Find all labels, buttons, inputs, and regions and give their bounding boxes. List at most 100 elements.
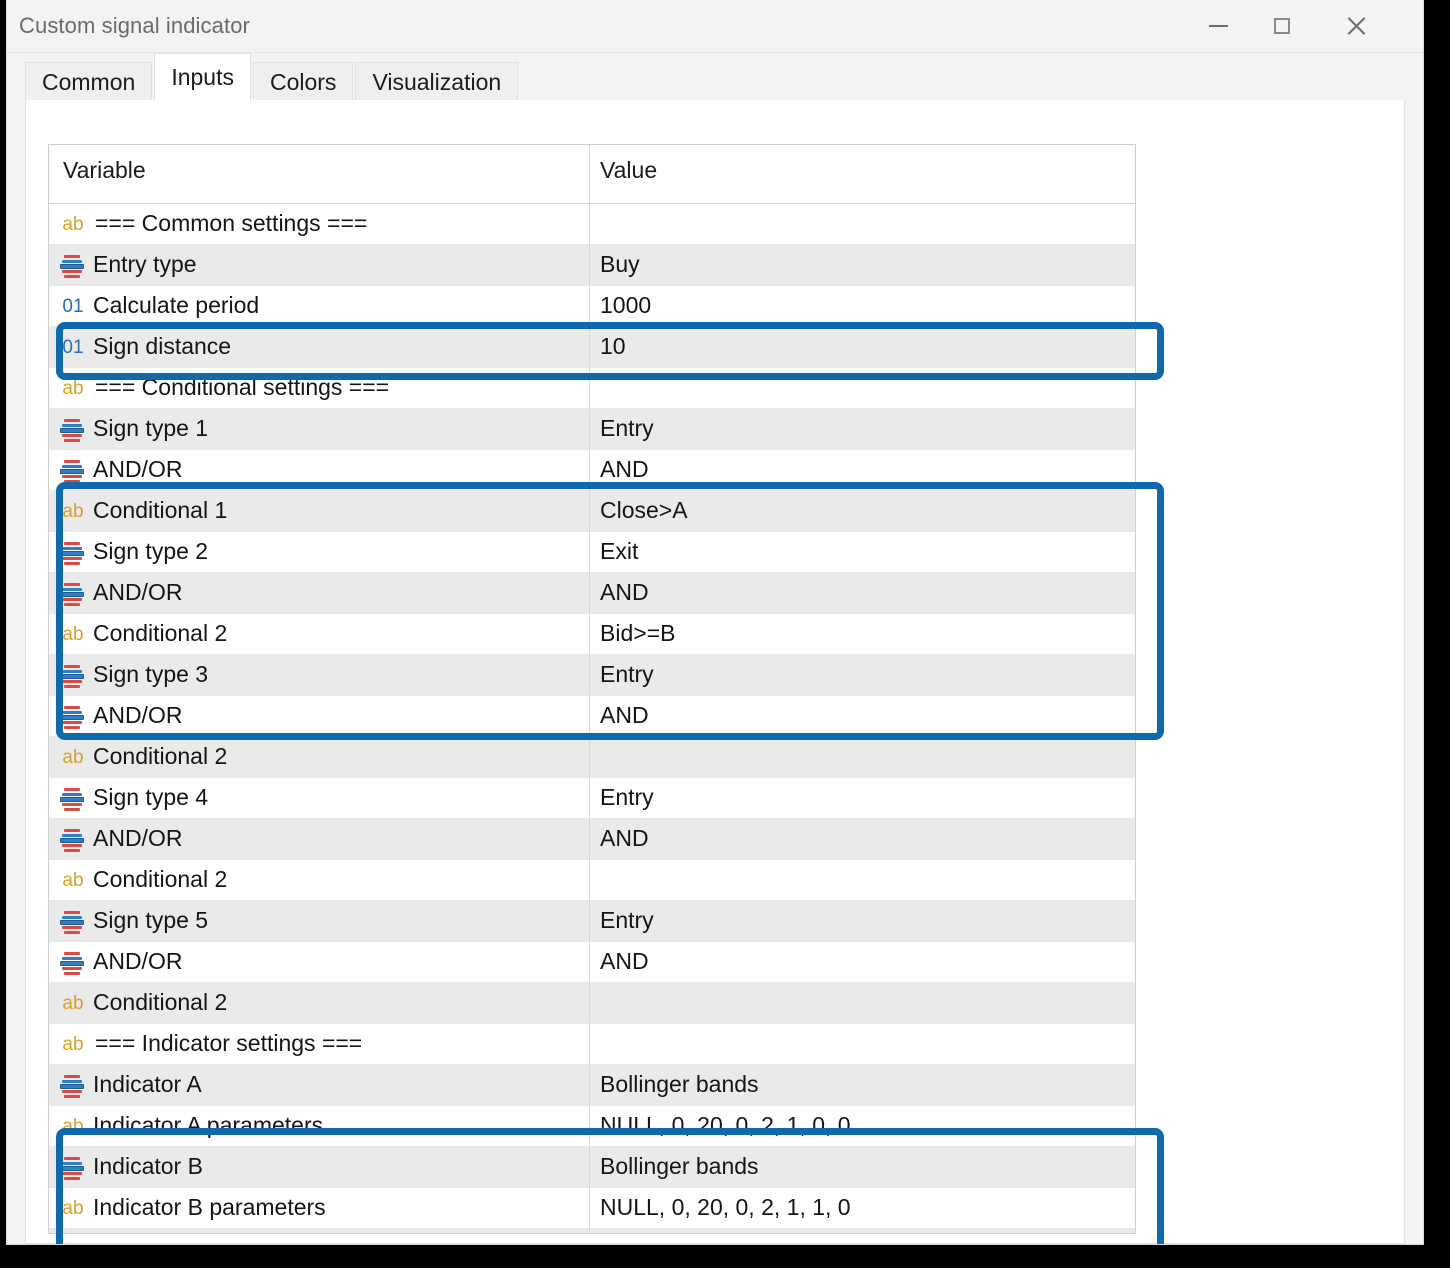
enum-list-type-icon (60, 459, 86, 483)
enum-list-type-icon (60, 418, 86, 442)
row-value-cell[interactable]: Entry (600, 661, 654, 688)
string-type-icon: ab (60, 500, 86, 524)
row-value-cell[interactable]: NULL, 0, 20, 0, 2, 1, 1, 0 (600, 1194, 851, 1221)
column-divider (589, 983, 590, 1023)
column-divider (589, 532, 590, 572)
table-row[interactable]: Indicator ABollinger bands (49, 1065, 1135, 1106)
tab-visualization[interactable]: Visualization (355, 62, 518, 101)
row-value-cell[interactable]: Bollinger bands (600, 1153, 759, 1180)
string-type-icon: ab (60, 377, 86, 401)
column-divider (589, 901, 590, 941)
column-divider (589, 1147, 590, 1187)
row-value-cell[interactable]: Entry (600, 907, 654, 934)
table-row[interactable]: AND/ORAND (49, 942, 1135, 983)
table-row[interactable]: abConditional 2Bid>=B (49, 614, 1135, 655)
row-value-cell[interactable]: Close>A (600, 497, 688, 524)
table-row[interactable]: ab=== Indicator settings === (49, 1024, 1135, 1065)
table-row[interactable]: Sign type 2 Exit (49, 532, 1135, 573)
column-divider (589, 860, 590, 900)
tab-label: Colors (270, 69, 336, 95)
table-row[interactable]: abIndicator A parametersNULL, 0, 20, 0, … (49, 1106, 1135, 1147)
table-row[interactable]: abConditional 2 (49, 860, 1135, 901)
row-variable-label: Sign type 3 (93, 661, 208, 688)
tab-common[interactable]: Common (25, 62, 152, 101)
table-row[interactable]: Indicator CNone (49, 1229, 1135, 1234)
row-variable-label: Conditional 2 (93, 989, 227, 1016)
minimize-icon (1209, 25, 1228, 27)
enum-list-type-icon (60, 1156, 86, 1180)
column-divider (589, 737, 590, 777)
row-value-cell[interactable]: Buy (600, 251, 640, 278)
table-row[interactable]: ab=== Common settings === (49, 204, 1135, 245)
enum-list-type-icon (60, 787, 86, 811)
row-variable-label: Sign type 1 (93, 415, 208, 442)
table-row[interactable]: 01Sign distance10 (49, 327, 1135, 368)
tab-list: CommonInputs Colors Visualization (25, 53, 520, 101)
column-divider (589, 1106, 590, 1146)
row-variable-label: Sign distance (93, 333, 231, 360)
row-value-cell[interactable]: AND (600, 825, 649, 852)
tab-colors[interactable]: Colors (253, 62, 353, 101)
enum-list-type-icon (60, 910, 86, 934)
enum-list-type-icon (60, 664, 86, 688)
inputs-table: Variable Value ab=== Common settings ===… (48, 144, 1136, 1234)
row-value-cell[interactable]: AND (600, 456, 649, 483)
table-row[interactable]: AND/ORAND (49, 819, 1135, 860)
column-divider (589, 1065, 590, 1105)
enum-list-type-icon (60, 541, 86, 565)
row-value-cell[interactable]: Bid>=B (600, 620, 675, 647)
string-type-icon: ab (60, 1033, 86, 1057)
table-row[interactable]: 01Calculate period1000 (49, 286, 1135, 327)
row-value-cell[interactable]: NULL, 0, 20, 0, 2, 1, 0, 0 (600, 1112, 851, 1139)
column-header-value: Value (600, 157, 657, 184)
column-divider (589, 819, 590, 859)
tab-inputs[interactable]: Inputs (154, 53, 251, 101)
row-variable-label: Sign type 2 (93, 538, 208, 565)
column-divider (589, 450, 590, 490)
row-value-cell[interactable]: Entry (600, 784, 654, 811)
column-divider (589, 655, 590, 695)
row-value-cell[interactable]: AND (600, 948, 649, 975)
tab-panel-inputs: Variable Value ab=== Common settings ===… (25, 100, 1405, 1244)
table-row[interactable]: Sign type 5Entry (49, 901, 1135, 942)
table-row[interactable]: AND/ORAND (49, 573, 1135, 614)
table-row[interactable]: Indicator BBollinger bands (49, 1147, 1135, 1188)
row-value-cell[interactable]: 10 (600, 333, 626, 360)
column-divider (589, 368, 590, 408)
close-icon (1345, 15, 1367, 37)
minimize-button[interactable] (1187, 0, 1249, 51)
table-row[interactable]: Sign type 1 Entry (49, 409, 1135, 450)
integer-type-icon: 01 (60, 295, 86, 319)
table-row[interactable]: AND/ORAND (49, 696, 1135, 737)
dialog-window: Custom signal indicator CommonInputs Colo… (6, 0, 1424, 1245)
column-divider (589, 145, 590, 203)
row-variable-label: === Common settings === (95, 210, 367, 237)
table-row[interactable]: abConditional 1Close>A (49, 491, 1135, 532)
table-row[interactable]: ab=== Conditional settings === (49, 368, 1135, 409)
row-value-cell[interactable]: Bollinger bands (600, 1071, 759, 1098)
row-variable-label: Indicator B parameters (93, 1194, 326, 1221)
row-value-cell[interactable]: AND (600, 702, 649, 729)
string-type-icon: ab (60, 1115, 86, 1139)
table-row[interactable]: Sign type 3 Entry (49, 655, 1135, 696)
enum-list-type-icon (60, 705, 86, 729)
row-value-cell[interactable]: AND (600, 579, 649, 606)
column-divider (589, 1024, 590, 1064)
table-row[interactable]: AND/OR AND (49, 450, 1135, 491)
enum-list-type-icon (60, 828, 86, 852)
table-row[interactable]: abIndicator B parametersNULL, 0, 20, 0, … (49, 1188, 1135, 1229)
row-value-cell[interactable]: 1000 (600, 292, 651, 319)
table-row[interactable]: Entry typeBuy (49, 245, 1135, 286)
column-divider (589, 409, 590, 449)
maximize-button[interactable] (1251, 0, 1313, 51)
table-row[interactable]: Sign type 4Entry (49, 778, 1135, 819)
enum-list-type-icon (60, 951, 86, 975)
close-button[interactable] (1325, 0, 1387, 51)
row-value-cell[interactable]: Entry (600, 415, 654, 442)
row-variable-label: AND/OR (93, 456, 182, 483)
table-row[interactable]: abConditional 2 (49, 737, 1135, 778)
column-divider (589, 778, 590, 818)
table-row[interactable]: abConditional 2 (49, 983, 1135, 1024)
window-title: Custom signal indicator (19, 13, 250, 39)
row-value-cell[interactable]: Exit (600, 538, 638, 565)
